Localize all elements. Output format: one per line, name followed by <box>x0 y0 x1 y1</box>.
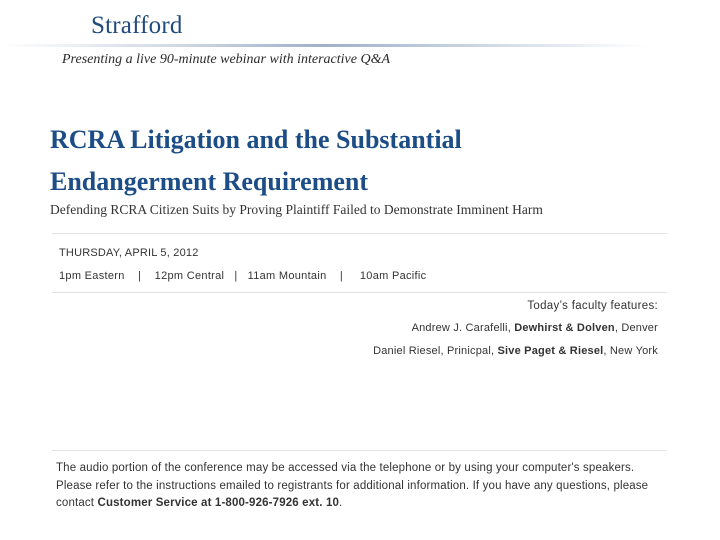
faculty-city: , Denver <box>614 322 658 334</box>
webinar-times: 1pm Eastern | 12pm Central | 11am Mounta… <box>59 270 427 282</box>
faculty-heading: Today’s faculty features: <box>527 300 658 312</box>
title-line-1: RCRA Litigation and the Substantial <box>50 125 462 154</box>
faculty-city: , New York <box>603 345 658 357</box>
tagline: Presenting a live 90-minute webinar with… <box>62 52 391 67</box>
audio-instructions-end: . <box>339 497 343 509</box>
audio-instructions: The audio portion of the conference may … <box>56 460 656 513</box>
faculty-firm: Dewhirst & Dolven <box>514 322 615 334</box>
customer-service-contact: Customer Service at 1-800-926-7926 ext. … <box>97 497 340 509</box>
faculty-name: Andrew J. Carafelli, <box>411 322 515 334</box>
divider <box>52 233 667 234</box>
faculty-member: Daniel Riesel, Prinicpal, Sive Paget & R… <box>373 345 658 357</box>
faculty-name: Daniel Riesel, Prinicpal, <box>373 345 498 357</box>
header-divider <box>0 44 720 47</box>
page-subtitle: Defending RCRA Citizen Suits by Proving … <box>50 202 543 217</box>
webinar-date: THURSDAY, APRIL 5, 2012 <box>59 247 199 259</box>
divider <box>52 450 667 451</box>
title-line-2: Endangerment Requirement <box>50 167 369 196</box>
divider <box>52 292 667 293</box>
faculty-member: Andrew J. Carafelli, Dewhirst & Dolven, … <box>412 322 658 334</box>
faculty-firm: Sive Paget & Riesel <box>497 345 604 357</box>
page-title: RCRA Litigation and the Substantial Enda… <box>50 119 670 203</box>
strafford-logo: Strafford <box>91 12 183 39</box>
